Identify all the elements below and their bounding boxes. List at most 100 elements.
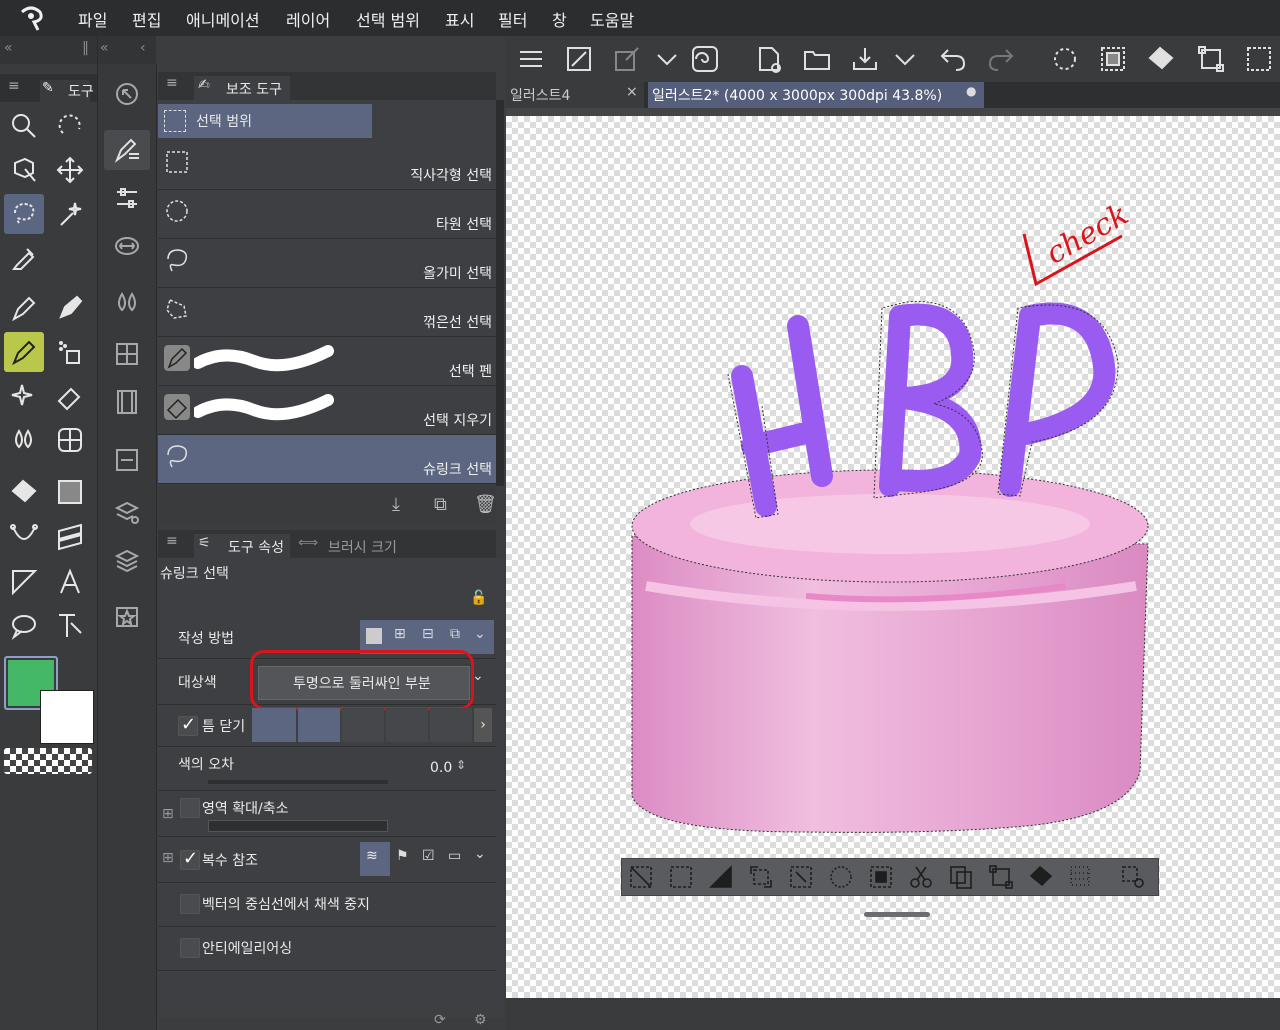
frame-tool[interactable] [50, 516, 90, 556]
chevron-down-icon[interactable]: ⌄ [474, 626, 486, 642]
airbrush-tool[interactable] [50, 332, 90, 372]
sub-tool-selection-eraser[interactable]: 선택 지우기 [158, 386, 496, 435]
reset-icon[interactable]: ⟳ [434, 1012, 446, 1028]
menu-icon[interactable]: ≡ [8, 78, 20, 94]
hamburger-menu-button[interactable] [516, 44, 546, 74]
blend-tool[interactable] [4, 420, 44, 460]
menu-animation[interactable]: 애니메이션 [186, 7, 260, 31]
color-margin-slider[interactable] [208, 780, 388, 784]
app-logo-icon[interactable] [16, 4, 46, 32]
menu-edit[interactable]: 편집 [132, 7, 161, 31]
antialias-checkbox[interactable] [180, 938, 200, 958]
color-wheel-button[interactable] [104, 282, 150, 322]
curve-tool[interactable] [4, 516, 44, 556]
document-tab[interactable]: 일러스트4 × [506, 82, 644, 108]
menu-help[interactable]: 도움말 [590, 7, 634, 31]
object-tool[interactable] [4, 150, 44, 190]
selected-layer-icon[interactable]: ☑ [422, 848, 435, 864]
undo-button[interactable] [938, 44, 968, 74]
deselect-button[interactable] [628, 864, 654, 890]
invert-button[interactable] [708, 864, 734, 890]
border-button[interactable] [828, 864, 854, 890]
eraser-tool[interactable] [50, 376, 90, 416]
move-tool[interactable] [50, 150, 90, 190]
new-selection-icon[interactable] [366, 628, 382, 644]
sub-tool-tab[interactable]: ✍ 보조 도구 [194, 76, 290, 100]
panel-menu-icon[interactable]: ≡ [166, 75, 178, 91]
scrollbar[interactable] [496, 100, 504, 486]
shrink-button[interactable] [788, 864, 814, 890]
fill-button[interactable] [1146, 44, 1176, 74]
collapse-icon-2[interactable]: ‹ [140, 40, 146, 56]
close-gap-checkbox[interactable] [178, 714, 198, 736]
reference-layer-icon[interactable]: ⚑ [396, 848, 409, 864]
copy-paste-button[interactable] [948, 864, 974, 890]
fit-screen-button[interactable] [564, 44, 594, 74]
menu-layer[interactable]: 레이어 [286, 7, 330, 31]
menu-view[interactable]: 표시 [445, 7, 474, 31]
trash-icon[interactable]: 🗑 [474, 494, 497, 515]
fill-button[interactable] [1028, 864, 1054, 890]
gap-level-3[interactable] [342, 708, 384, 742]
color-set-button[interactable] [104, 334, 150, 374]
rotate-tool[interactable] [50, 106, 90, 146]
menu-selection[interactable]: 선택 범위 [356, 7, 420, 31]
cut-button[interactable] [908, 864, 934, 890]
settings-icon[interactable]: ⚙ [474, 1012, 487, 1028]
transform-button[interactable] [1196, 44, 1226, 74]
transparent-color-swatch[interactable] [4, 748, 92, 774]
tool-property-button[interactable] [104, 178, 150, 218]
eyedropper-tool[interactable] [4, 238, 44, 278]
sub-tool-selection-pen[interactable]: 선택 펜 [158, 337, 496, 386]
vector-stop-checkbox[interactable] [180, 894, 200, 914]
close-icon[interactable]: × [626, 84, 638, 100]
expand-plus-icon[interactable]: ⊞ [162, 806, 174, 822]
menu-filter[interactable]: 필터 [498, 7, 527, 31]
pen-tool[interactable] [4, 288, 44, 328]
brush-stroke-button[interactable] [612, 44, 642, 74]
sub-color-swatch[interactable] [40, 690, 94, 744]
brush-size-button[interactable] [104, 226, 150, 266]
fill-tool[interactable] [4, 472, 44, 512]
zoom-tool[interactable] [4, 106, 44, 146]
deselect-button[interactable] [1050, 44, 1080, 74]
save-button[interactable] [850, 44, 880, 74]
menu-file[interactable]: 파일 [78, 7, 107, 31]
text-tool[interactable] [50, 562, 90, 602]
panel-menu-icon[interactable]: ≡ [166, 533, 178, 549]
canvas[interactable]: check [506, 116, 1280, 998]
selection-tool[interactable] [4, 194, 44, 234]
import-icon[interactable]: ⤓ [392, 494, 400, 515]
gap-level-2[interactable] [298, 708, 340, 742]
layer-search-button[interactable] [104, 492, 150, 532]
snap-button[interactable] [690, 44, 720, 74]
layer-property-button[interactable] [104, 440, 150, 480]
lock-icon[interactable]: 🔓 [470, 590, 487, 606]
dots-fill-button[interactable] [1068, 864, 1094, 890]
document-tab-active[interactable]: 일러스트2* (4000 x 3000px 300dpi 43.8%) ● [648, 82, 984, 108]
collapse-icon[interactable]: « [100, 40, 109, 56]
subtract-selection-icon[interactable]: ⊟ [422, 626, 434, 642]
more-button[interactable] [1244, 44, 1274, 74]
gap-level-4[interactable] [386, 708, 428, 742]
quick-mask-button[interactable] [868, 864, 894, 890]
panel-grip-icon[interactable]: ‖ [82, 40, 89, 56]
tool-property-tab[interactable]: ⚟ 도구 속성 [194, 534, 290, 558]
multiple-ref-checkbox[interactable] [180, 848, 200, 870]
decoration-tool[interactable] [4, 376, 44, 416]
launcher-settings-button[interactable] [1120, 864, 1146, 890]
intersect-selection-icon[interactable]: ⧉ [450, 626, 460, 642]
tool-tab[interactable]: ✎ 도구 [40, 80, 94, 102]
gradient-tool[interactable] [50, 472, 90, 512]
chevron-right-icon[interactable]: › [474, 708, 492, 742]
figure-tool[interactable] [50, 420, 90, 460]
brush-size-tab[interactable]: ⟺ 브러시 크기 [298, 534, 398, 558]
gap-level-1[interactable] [252, 708, 296, 742]
sub-tool-button[interactable] [104, 130, 150, 170]
correct-line-tool[interactable] [50, 606, 90, 646]
menu-window[interactable]: 창 [552, 7, 567, 31]
transform-button[interactable] [988, 864, 1014, 890]
folder-icon[interactable]: ▭ [448, 848, 461, 864]
open-file-button[interactable] [802, 44, 832, 74]
balloon-tool[interactable] [4, 606, 44, 646]
